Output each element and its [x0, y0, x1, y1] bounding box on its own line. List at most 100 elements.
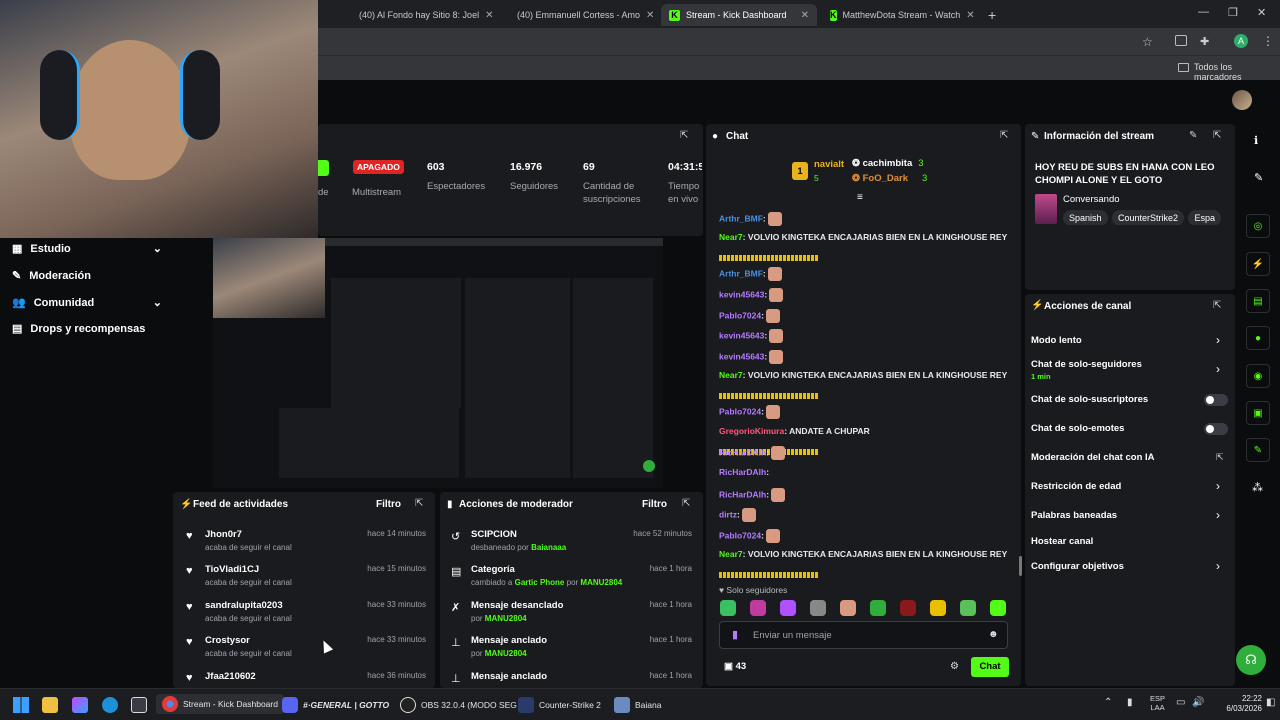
chat-username[interactable]: dirtz	[719, 509, 737, 519]
multistream-label[interactable]: Multistream	[352, 187, 401, 198]
mod-action-row[interactable]: ↺ SCIPCION desbaneado por Baianaaa hace 52…	[451, 529, 692, 552]
activity-feed-row[interactable]: ♥ TioVladi1CJ acaba de seguir el canal hace…	[186, 564, 426, 587]
chat-username[interactable]: Arthr_BMF	[719, 268, 763, 278]
taskbar-app-chrome[interactable]: Stream - Kick Dashboard	[156, 694, 284, 714]
mod-action-row[interactable]: ⊥ Mensaje anclado por MANU2804 hace 1 hora	[451, 635, 692, 658]
emote-button[interactable]	[750, 600, 766, 616]
action-host-channel[interactable]: Hostear canal	[1031, 536, 1093, 547]
chat-username[interactable]: Near7	[719, 232, 743, 242]
support-headset-button[interactable]: ☊	[1236, 645, 1266, 675]
emote-button[interactable]	[900, 600, 916, 616]
chat-message[interactable]: RicHarDAlh:	[719, 467, 769, 477]
tab-kick-dashboard[interactable]: K Stream - Kick Dashboard ✕	[661, 4, 817, 26]
chevron-right-icon[interactable]: ›	[1216, 508, 1220, 522]
chat-message[interactable]: Pablo7024:	[719, 309, 780, 323]
rail-wrench-icon[interactable]: ✎	[1246, 438, 1270, 462]
rail-chat-icon[interactable]: ●	[1246, 326, 1270, 350]
menu-icon[interactable]: ⋮	[1262, 34, 1274, 48]
tag-chip[interactable]: Spanish	[1063, 210, 1108, 225]
chat-message[interactable]: Pablo7024:	[719, 405, 780, 419]
mod-action-moderator[interactable]: MANU2804	[580, 578, 622, 587]
close-icon[interactable]: ✕	[646, 10, 654, 21]
clock[interactable]: 22:22 6/03/2026	[1226, 694, 1262, 714]
expand-icon[interactable]: ⇱	[415, 498, 423, 509]
action-age-restriction[interactable]: Restricción de edad	[1031, 481, 1121, 492]
rail-gift-icon[interactable]: ▣	[1246, 401, 1270, 425]
tab-youtube-1[interactable]: (40) Al Fondo hay Sitio 8: Joel ✕	[345, 4, 497, 26]
chat-username[interactable]: RicHarDAlh	[719, 467, 766, 477]
sidebar-item-studio[interactable]: ▦ Estudio ⌄	[12, 242, 162, 256]
mod-filter-button[interactable]: Filtro	[642, 499, 667, 510]
chat-message[interactable]: Near7: VOLVIO KINGTEKA ENCAJARIAS BIEN E…	[719, 549, 1007, 559]
activity-feed-row[interactable]: ♥ Jfaa210602 hace 36 minutos	[186, 671, 426, 685]
chevron-right-icon[interactable]: ›	[1216, 333, 1220, 347]
chevron-right-icon[interactable]: ›	[1216, 479, 1220, 493]
rail-broadcast-icon[interactable]: ◉	[1246, 364, 1270, 388]
mod-action-target[interactable]: Gartic Phone	[515, 578, 565, 587]
expand-icon[interactable]: ⇱	[1213, 130, 1221, 141]
action-slow-mode[interactable]: Modo lento	[1031, 335, 1082, 346]
emotes-only-toggle[interactable]	[1204, 423, 1228, 435]
emote-button[interactable]	[840, 600, 856, 616]
chat-username[interactable]: RicHarDAlh	[719, 447, 766, 457]
sidebar-item-drops[interactable]: ▤ Drops y recompensas	[12, 322, 145, 336]
store-icon[interactable]	[131, 697, 147, 713]
collapse-leaderboard-icon[interactable]: ≡	[857, 192, 863, 203]
chat-message[interactable]: Pablo7024:	[719, 529, 780, 543]
close-icon[interactable]: ✕	[966, 10, 974, 21]
leaderboard-second[interactable]: ❂ cachimbita 3	[852, 158, 924, 169]
chat-username[interactable]: Pablo7024	[719, 310, 761, 320]
action-subs-only[interactable]: Chat de solo-suscriptores	[1031, 394, 1148, 405]
activity-feed-row[interactable]: ♥ sandralupita0203 acaba de seguir el cana…	[186, 600, 426, 623]
action-followers-only[interactable]: Chat de solo-seguidores	[1031, 359, 1142, 370]
rail-bolt-icon[interactable]: ⚡	[1246, 252, 1270, 276]
chat-message[interactable]: Arthr_BMF:	[719, 212, 782, 226]
tab-kick-matthewdota[interactable]: K MatthewDota Stream - Watch ✕	[822, 4, 977, 26]
rail-target-icon[interactable]: ◎	[1246, 214, 1270, 238]
tray-chevron-up-icon[interactable]: ⌃	[1104, 697, 1112, 708]
activity-feed-row[interactable]: ♥ Crostysor acaba de seguir el canal hace 3…	[186, 635, 426, 658]
taskbar-app-cs2[interactable]: Counter-Strike 2	[518, 697, 601, 713]
chevron-right-icon[interactable]: ›	[1216, 362, 1220, 376]
emote-button[interactable]	[960, 600, 976, 616]
emote-button[interactable]	[870, 600, 886, 616]
chat-message[interactable]: kevin45643:	[719, 329, 784, 343]
microphone-icon[interactable]: ▮	[732, 628, 738, 641]
chat-username[interactable]: Near7	[719, 370, 743, 380]
profile-avatar[interactable]: A	[1234, 34, 1248, 48]
send-chat-button[interactable]: Chat	[971, 657, 1009, 677]
chat-username[interactable]: kevin45643	[719, 351, 764, 361]
chat-username[interactable]: GregorioKimura	[719, 426, 784, 436]
taskbar-app-discord[interactable]: #·GENERAL | GOTTO	[282, 697, 389, 713]
mod-action-row[interactable]: ⊥ Mensaje anclado hace 1 hora	[451, 671, 692, 685]
action-banned-words[interactable]: Palabras baneadas	[1031, 510, 1117, 521]
action-goals[interactable]: Configurar objetivos	[1031, 561, 1124, 572]
emote-button[interactable]	[780, 600, 796, 616]
user-avatar[interactable]	[1232, 90, 1252, 110]
info-icon[interactable]: ℹ	[1254, 134, 1258, 147]
emote-button[interactable]	[930, 600, 946, 616]
tag-chip[interactable]: CounterStrike2	[1111, 210, 1185, 225]
mod-action-row[interactable]: ✗ Mensaje desanclado por MANU2804 hace 1 h…	[451, 600, 692, 623]
chat-message[interactable]: RicHarDAlh:	[719, 446, 786, 460]
chat-username[interactable]: kevin45643	[719, 330, 764, 340]
close-icon[interactable]: ✕	[801, 10, 809, 21]
tab-youtube-2[interactable]: (40) Emmanuell Cortess - Amo ✕	[503, 4, 655, 26]
windows-start-icon[interactable]	[13, 697, 29, 713]
all-bookmarks-link[interactable]: Todos los marcadores	[1194, 62, 1280, 82]
mod-action-target[interactable]: MANU2804	[485, 649, 527, 658]
close-icon[interactable]: ✕	[485, 10, 493, 21]
taskbar-app-baiana[interactable]: Baiana	[614, 697, 661, 713]
expand-icon[interactable]: ⇱	[1213, 300, 1221, 311]
file-explorer-icon[interactable]	[42, 697, 58, 713]
action-emotes-only[interactable]: Chat de solo-emotes	[1031, 423, 1124, 434]
chat-username[interactable]: kevin45643	[719, 289, 764, 299]
action-ai-moderation[interactable]: Moderación del chat con IA	[1031, 452, 1155, 463]
mod-action-target[interactable]: Baianaaa	[531, 543, 566, 552]
pencil-icon[interactable]: ✎	[1254, 171, 1263, 184]
new-tab-button[interactable]: +	[980, 4, 1004, 26]
close-window-icon[interactable]: ✕	[1257, 6, 1266, 19]
settings-gear-icon[interactable]: ⚙	[950, 661, 959, 672]
expand-icon[interactable]: ⇱	[682, 498, 690, 509]
emoji-icon[interactable]: ☻	[988, 629, 999, 640]
